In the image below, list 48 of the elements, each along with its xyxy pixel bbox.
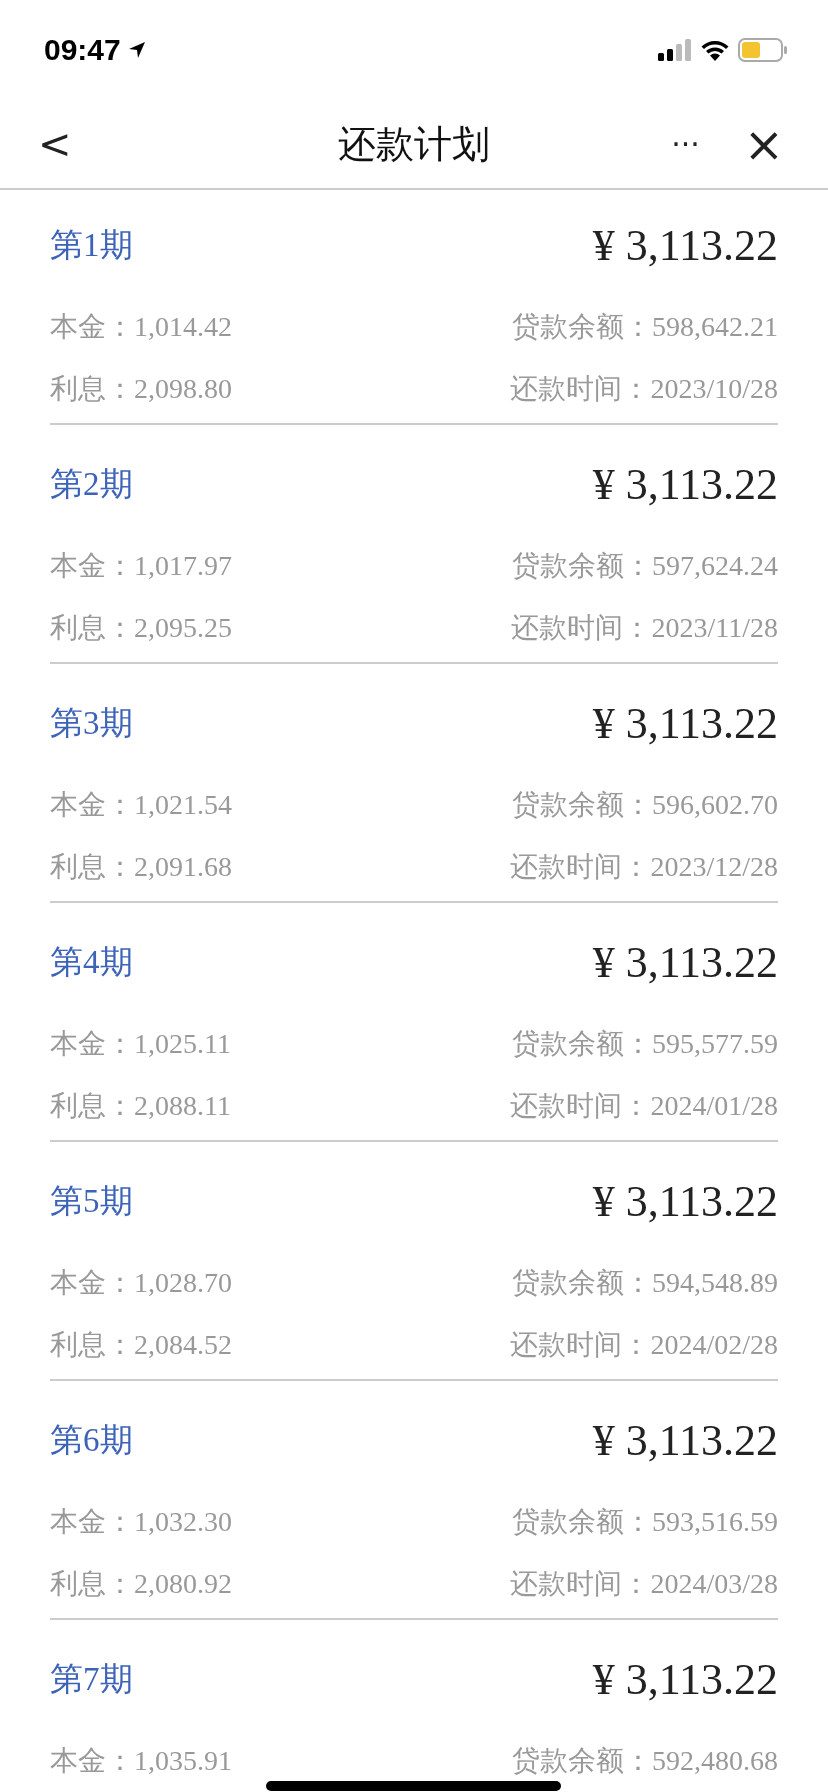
period-title: 第3期 bbox=[50, 703, 133, 743]
balance-text: 贷款余额：595,577.59 bbox=[512, 1027, 778, 1061]
signal-icon bbox=[658, 39, 692, 61]
principal-text: 本金：1,028.70 bbox=[50, 1266, 232, 1300]
period-amount: ¥ 3,113.22 bbox=[592, 1414, 778, 1466]
balance-text: 贷款余额：592,480.68 bbox=[512, 1744, 778, 1778]
principal-text: 本金：1,017.97 bbox=[50, 549, 232, 583]
period-title: 第6期 bbox=[50, 1420, 133, 1460]
balance-text: 贷款余额：594,548.89 bbox=[512, 1266, 778, 1300]
battery-icon bbox=[738, 38, 788, 62]
wifi-icon bbox=[700, 39, 730, 61]
period-amount: ¥ 3,113.22 bbox=[592, 936, 778, 988]
more-button[interactable]: ··· bbox=[671, 126, 700, 162]
interest-text: 利息：2,098.80 bbox=[50, 372, 232, 406]
back-button[interactable]: < bbox=[38, 121, 72, 167]
status-time: 09:47 bbox=[44, 33, 121, 67]
period-amount: ¥ 3,113.22 bbox=[592, 458, 778, 510]
period-amount: ¥ 3,113.22 bbox=[592, 697, 778, 749]
balance-text: 贷款余额：597,624.24 bbox=[512, 549, 778, 583]
interest-text: 利息：2,084.52 bbox=[50, 1328, 232, 1362]
date-text: 还款时间：2023/12/28 bbox=[510, 850, 778, 884]
date-text: 还款时间：2024/03/28 bbox=[510, 1567, 778, 1601]
balance-text: 贷款余额：596,602.70 bbox=[512, 788, 778, 822]
close-button[interactable]: × bbox=[743, 120, 784, 168]
period-title: 第5期 bbox=[50, 1181, 133, 1221]
period-amount: ¥ 3,113.22 bbox=[592, 1653, 778, 1705]
principal-text: 本金：1,035.91 bbox=[50, 1744, 232, 1778]
period-amount: ¥ 3,113.22 bbox=[592, 219, 778, 271]
balance-text: 贷款余额：598,642.21 bbox=[512, 310, 778, 344]
principal-text: 本金：1,021.54 bbox=[50, 788, 232, 822]
interest-text: 利息：2,080.92 bbox=[50, 1567, 232, 1601]
date-text: 还款时间：2024/01/28 bbox=[510, 1089, 778, 1123]
period-title: 第1期 bbox=[50, 225, 133, 265]
principal-text: 本金：1,032.30 bbox=[50, 1505, 232, 1539]
balance-text: 贷款余额：593,516.59 bbox=[512, 1505, 778, 1539]
period-title: 第4期 bbox=[50, 942, 133, 982]
principal-text: 本金：1,014.42 bbox=[50, 310, 232, 344]
date-text: 还款时间：2024/02/28 bbox=[510, 1328, 778, 1362]
principal-text: 本金：1,025.11 bbox=[50, 1027, 231, 1061]
date-text: 还款时间：2023/10/28 bbox=[510, 372, 778, 406]
interest-text: 利息：2,091.68 bbox=[50, 850, 232, 884]
page-title: 还款计划 bbox=[338, 120, 490, 168]
period-title: 第7期 bbox=[50, 1659, 133, 1699]
date-text: 还款时间：2023/11/28 bbox=[511, 611, 778, 645]
interest-text: 利息：2,095.25 bbox=[50, 611, 232, 645]
period-title: 第2期 bbox=[50, 464, 133, 504]
period-amount: ¥ 3,113.22 bbox=[592, 1175, 778, 1227]
interest-text: 利息：2,088.11 bbox=[50, 1089, 231, 1123]
